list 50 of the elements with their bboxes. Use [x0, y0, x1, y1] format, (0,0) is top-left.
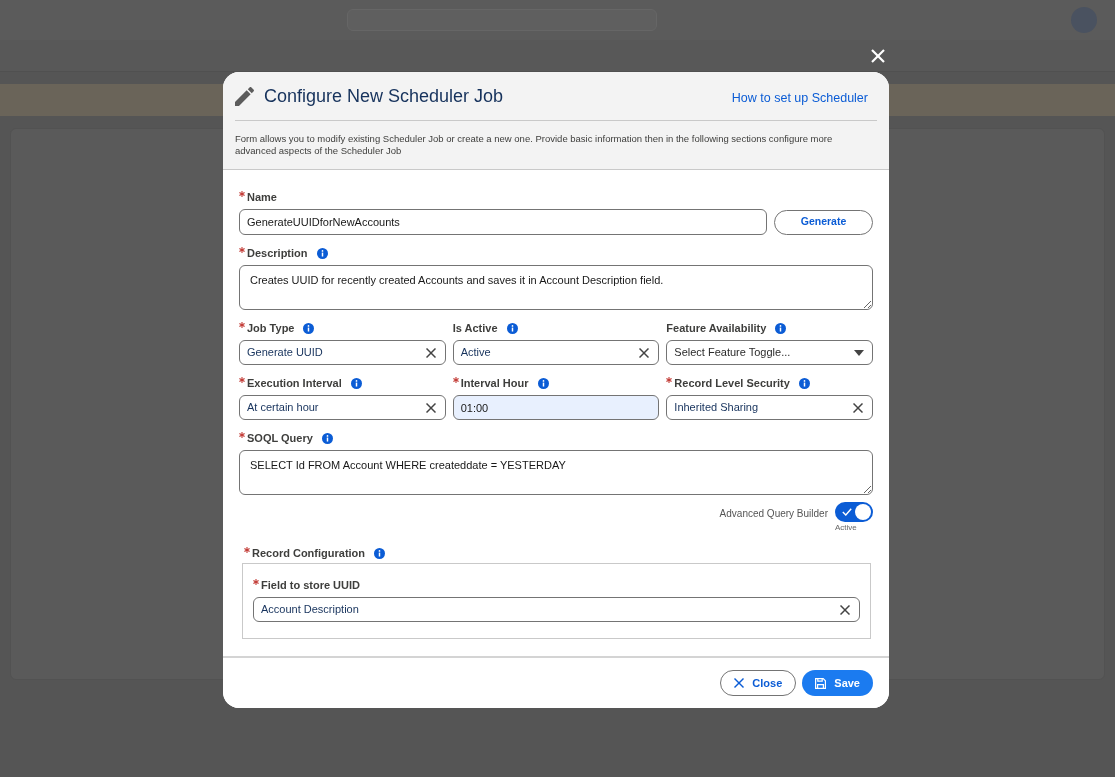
- close-icon[interactable]: [871, 49, 885, 63]
- check-icon: [842, 508, 852, 516]
- caret-down-icon: [854, 349, 864, 356]
- field-label: Interval Hour: [460, 375, 529, 391]
- clear-icon[interactable]: [425, 402, 436, 413]
- clear-icon[interactable]: [425, 347, 436, 358]
- field-label: Description: [247, 245, 308, 261]
- combobox[interactable]: Active: [452, 340, 660, 365]
- time-input[interactable]: 01:00: [452, 395, 660, 420]
- close-icon: [734, 678, 745, 688]
- save-button[interactable]: Save: [802, 670, 873, 696]
- close-button[interactable]: Close: [720, 670, 797, 696]
- select-dropdown[interactable]: Select Feature Toggle...: [666, 340, 873, 365]
- info-icon[interactable]: [303, 322, 315, 334]
- info-icon[interactable]: [798, 377, 810, 389]
- info-icon[interactable]: [775, 322, 787, 334]
- clear-icon[interactable]: [639, 347, 650, 358]
- field-label: Name: [247, 189, 277, 205]
- field-label: Record Configuration: [252, 545, 366, 561]
- field-label: Execution Interval: [247, 375, 342, 391]
- combobox[interactable]: Account Description: [253, 597, 860, 622]
- text-area[interactable]: Creates UUID for recently created Accounts and saves it in Account Description field.: [239, 265, 873, 310]
- combobox[interactable]: Generate UUID: [239, 340, 446, 365]
- field-label: Feature Availability: [666, 320, 767, 336]
- clear-icon[interactable]: [853, 402, 863, 413]
- field-label: Is Active: [452, 320, 498, 336]
- clear-icon[interactable]: [840, 604, 850, 615]
- field-label: Job Type: [247, 320, 295, 336]
- info-icon[interactable]: [506, 322, 518, 334]
- save-icon: [815, 677, 827, 689]
- combobox[interactable]: At certain hour: [239, 395, 446, 420]
- toggle-label: Advanced Query Builder: [719, 507, 828, 521]
- dialog-title: Configure New Scheduler Job: [264, 84, 504, 108]
- info-icon[interactable]: [321, 432, 333, 444]
- toggle-status: Active: [835, 523, 857, 532]
- dialog-intro: Form allows you to modify existing Scheduler Job or create a new one. Provide basic information then in the following sections configure more advanced aspects of the Scheduler Job: [235, 132, 834, 158]
- pencil-icon: [235, 86, 254, 106]
- text-input[interactable]: GenerateUUIDforNewAccounts: [239, 209, 767, 235]
- generate-button[interactable]: Generate: [774, 209, 873, 235]
- field-label: Record Level Security: [674, 375, 790, 391]
- field-label: SOQL Query: [247, 430, 313, 446]
- text-area[interactable]: SELECT Id FROM Account WHERE createddate = YESTERDAY: [239, 450, 873, 495]
- info-icon[interactable]: [316, 247, 328, 259]
- info-icon[interactable]: [374, 547, 386, 559]
- info-icon[interactable]: [350, 377, 362, 389]
- field-label: Field to store UUID: [261, 577, 360, 593]
- toggle-switch[interactable]: [835, 502, 873, 522]
- info-icon[interactable]: [537, 377, 549, 389]
- combobox[interactable]: Inherited Sharing: [666, 395, 873, 420]
- help-link[interactable]: How to set up Scheduler: [731, 89, 868, 108]
